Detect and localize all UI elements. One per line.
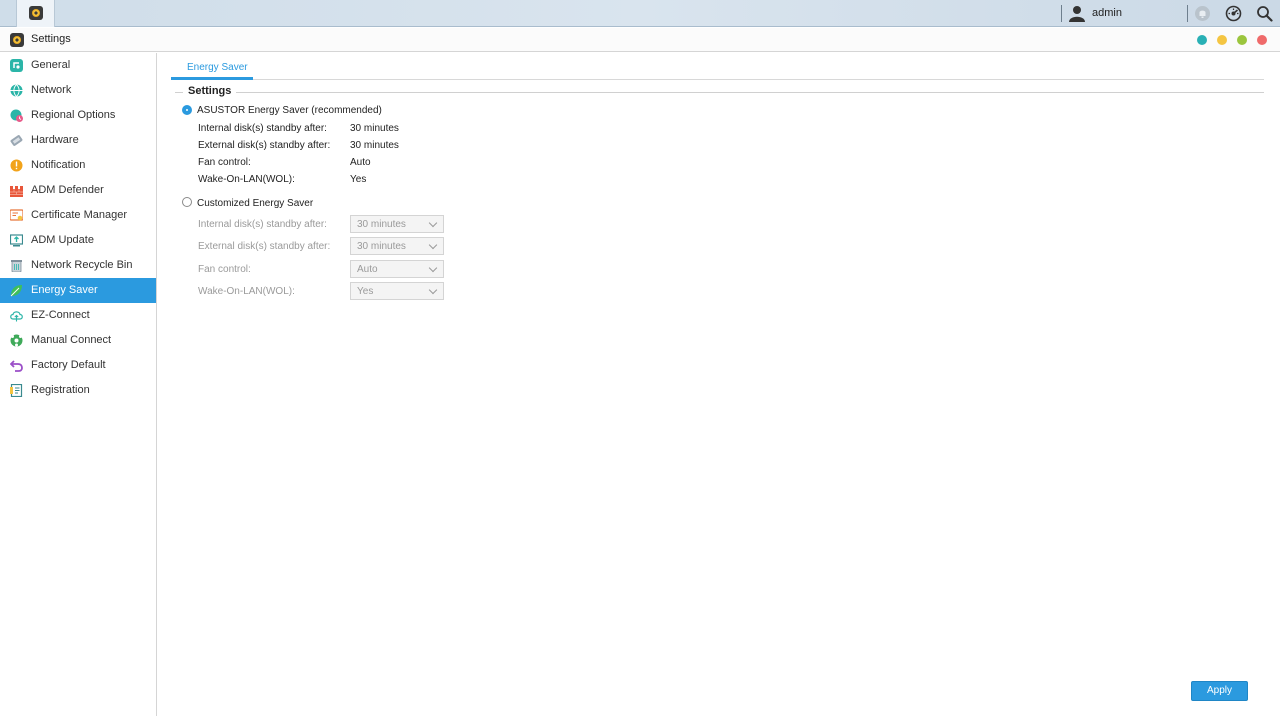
sidebar-item-label: Energy Saver <box>31 284 98 296</box>
asustor-external-standby-label: External disk(s) standby after: <box>198 140 331 151</box>
sidebar-item-label: Certificate Manager <box>31 209 127 221</box>
sidebar-item-label: Regional Options <box>31 109 116 121</box>
settings-fieldset: Settings <box>175 85 1264 97</box>
sidebar-item-regional-options[interactable]: Regional Options <box>0 103 156 128</box>
section-title: Settings <box>183 85 237 97</box>
maximize-button[interactable] <box>1237 35 1247 45</box>
asustor-energy-saver-label[interactable]: ASUSTOR Energy Saver (recommended) <box>197 105 382 116</box>
tab-energy-saver[interactable]: Energy Saver <box>171 53 253 80</box>
taskbar: admin <box>0 0 1280 27</box>
settings-window-icon <box>10 33 24 47</box>
asustor-wol-value: Yes <box>350 174 367 185</box>
sidebar-item-label: EZ-Connect <box>31 309 90 321</box>
factory-default-icon <box>10 360 23 372</box>
sidebar-item-label: ADM Update <box>31 234 94 246</box>
taskbar-separator <box>1061 5 1062 22</box>
manual-connect-icon <box>10 334 23 347</box>
taskbar-settings-app[interactable] <box>16 0 55 27</box>
sidebar-item-notification[interactable]: Notification <box>0 153 156 178</box>
asustor-energy-saver-radio[interactable] <box>182 105 192 115</box>
asustor-internal-standby-label: Internal disk(s) standby after: <box>198 123 327 134</box>
select-value: 30 minutes <box>357 241 406 252</box>
sidebar-item-label: Notification <box>31 159 86 171</box>
select-value: Yes <box>357 286 374 297</box>
custom-fan-control-label: Fan control: <box>198 264 251 275</box>
custom-external-standby-select[interactable]: 30 minutes <box>350 237 444 255</box>
scrollbar-track[interactable] <box>1264 53 1280 716</box>
asustor-internal-standby-value: 30 minutes <box>350 123 399 134</box>
activity-monitor-icon[interactable] <box>1225 5 1242 22</box>
energy-saver-icon <box>10 285 22 297</box>
restore-button[interactable] <box>1217 35 1227 45</box>
sidebar-item-energy-saver[interactable]: Energy Saver <box>0 278 156 303</box>
notification-icon <box>10 159 23 172</box>
sidebar: General Network Regional Options Hardwar… <box>0 53 157 716</box>
sidebar-item-label: ADM Defender <box>31 184 104 196</box>
sidebar-item-label: Hardware <box>31 134 79 146</box>
certificate-manager-icon <box>10 209 23 221</box>
asustor-fan-control-value: Auto <box>350 157 371 168</box>
chevron-down-icon <box>428 218 438 228</box>
select-value: Auto <box>357 264 378 275</box>
search-icon[interactable] <box>1256 5 1273 22</box>
main-panel: Energy Saver Settings ASUSTOR Energy Sav… <box>158 53 1280 716</box>
asustor-fan-control-label: Fan control: <box>198 157 251 168</box>
minimize-button[interactable] <box>1197 35 1207 45</box>
chevron-down-icon <box>428 285 438 295</box>
recycle-bin-icon <box>11 260 22 272</box>
adm-update-icon <box>10 234 23 247</box>
sidebar-item-factory-default[interactable]: Factory Default <box>0 353 156 378</box>
window-title: Settings <box>31 33 71 45</box>
taskbar-separator <box>1187 5 1188 22</box>
custom-energy-saver-label[interactable]: Customized Energy Saver <box>197 198 313 209</box>
asustor-external-standby-value: 30 minutes <box>350 140 399 151</box>
asustor-wol-label: Wake-On-LAN(WOL): <box>198 174 295 185</box>
sidebar-item-network[interactable]: Network <box>0 78 156 103</box>
sidebar-item-network-recycle-bin[interactable]: Network Recycle Bin <box>0 253 156 278</box>
network-icon <box>10 84 23 97</box>
custom-energy-saver-radio[interactable] <box>182 197 192 207</box>
custom-fan-control-select[interactable]: Auto <box>350 260 444 278</box>
tab-label: Energy Saver <box>187 62 248 73</box>
close-button[interactable] <box>1257 35 1267 45</box>
user-name: admin <box>1092 7 1122 19</box>
chevron-down-icon <box>428 263 438 273</box>
sidebar-item-registration[interactable]: Registration <box>0 378 156 403</box>
chevron-down-icon <box>428 240 438 250</box>
custom-external-standby-label: External disk(s) standby after: <box>198 241 331 252</box>
general-icon <box>10 59 23 72</box>
custom-internal-standby-label: Internal disk(s) standby after: <box>198 219 327 230</box>
window-title-bar: Settings <box>0 28 1280 52</box>
sidebar-item-label: Network <box>31 84 72 96</box>
sidebar-item-general[interactable]: General <box>0 53 156 78</box>
custom-wol-select[interactable]: Yes <box>350 282 444 300</box>
sidebar-item-hardware[interactable]: Hardware <box>0 128 156 153</box>
hardware-icon <box>10 135 23 146</box>
sidebar-item-label: General <box>31 59 71 71</box>
sidebar-item-label: Manual Connect <box>31 334 112 346</box>
sidebar-item-label: Registration <box>31 384 90 396</box>
select-value: 30 minutes <box>357 219 406 230</box>
sidebar-item-label: Network Recycle Bin <box>31 259 133 271</box>
sidebar-item-adm-defender[interactable]: ADM Defender <box>0 178 156 203</box>
tab-strip: Energy Saver <box>171 53 1268 80</box>
adm-defender-icon <box>10 186 23 197</box>
sidebar-item-certificate-manager[interactable]: Certificate Manager <box>0 203 156 228</box>
sidebar-item-manual-connect[interactable]: Manual Connect <box>0 328 156 353</box>
notification-icon[interactable] <box>1194 5 1211 22</box>
sidebar-item-adm-update[interactable]: ADM Update <box>0 228 156 253</box>
custom-internal-standby-select[interactable]: 30 minutes <box>350 215 444 233</box>
sidebar-item-label: Factory Default <box>31 359 106 371</box>
settings-app-icon <box>29 6 43 20</box>
ez-connect-icon <box>10 311 23 322</box>
custom-wol-label: Wake-On-LAN(WOL): <box>198 286 295 297</box>
user-icon <box>1069 6 1085 22</box>
regional-options-icon <box>10 109 23 122</box>
apply-button[interactable]: Apply <box>1191 681 1248 701</box>
sidebar-item-ez-connect[interactable]: EZ-Connect <box>0 303 156 328</box>
registration-icon <box>10 384 23 397</box>
